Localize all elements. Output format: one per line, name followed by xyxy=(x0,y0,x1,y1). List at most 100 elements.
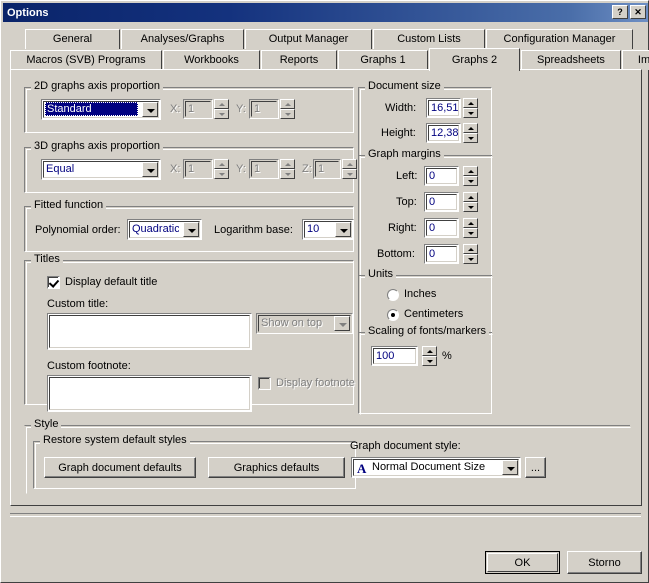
tab-workbooks[interactable]: Workbooks xyxy=(163,50,260,70)
chevron-down-icon[interactable] xyxy=(183,222,199,237)
close-icon[interactable]: ✕ xyxy=(630,5,646,19)
spinner-down-icon[interactable] xyxy=(463,176,478,186)
label-3d-z: Z: xyxy=(302,163,312,175)
chevron-down-icon[interactable] xyxy=(142,162,158,177)
combo-3d-axis-proportion[interactable]: Equal xyxy=(41,159,161,180)
group-units: Units Inches Centimeters xyxy=(358,268,493,331)
label-width: Width: xyxy=(385,102,417,114)
spinner-scaling[interactable] xyxy=(422,346,437,366)
label-3d-x: X: xyxy=(170,163,181,175)
spinner-margin-top[interactable] xyxy=(463,192,478,212)
spinner-down-icon[interactable] xyxy=(463,202,478,212)
spinner-up-icon[interactable] xyxy=(280,99,295,109)
spinner-up-icon[interactable] xyxy=(342,159,357,169)
input-3d-z[interactable]: 1 xyxy=(313,159,341,179)
group-titles: Titles Display default title Custom titl… xyxy=(24,253,355,412)
input-custom-title[interactable] xyxy=(47,313,252,350)
spinner-up-icon[interactable] xyxy=(463,244,478,254)
graph-document-defaults-button[interactable]: Graph document defaults xyxy=(44,457,196,478)
input-margin-top[interactable]: 0 xyxy=(424,192,459,212)
spinner-up-icon[interactable] xyxy=(422,346,437,356)
spinner-down-icon[interactable] xyxy=(280,109,295,119)
label-3d-y: Y: xyxy=(236,163,246,175)
spinner-up-icon[interactable] xyxy=(280,159,295,169)
input-margin-bottom[interactable]: 0 xyxy=(424,244,459,264)
tab-general[interactable]: General xyxy=(25,29,120,49)
input-height-value: 12,38 xyxy=(431,127,459,139)
tab-custom-lists[interactable]: Custom Lists xyxy=(373,29,485,49)
spinner-up-icon[interactable] xyxy=(214,99,229,109)
spinner-3d-x[interactable] xyxy=(214,159,229,179)
tab-import[interactable]: Import xyxy=(622,50,649,70)
group-scaling-fonts-markers: Scaling of fonts/markers 100 % xyxy=(358,325,493,415)
tab-graphs-2[interactable]: Graphs 2 xyxy=(429,48,520,71)
spinner-down-icon[interactable] xyxy=(342,169,357,179)
spinner-down-icon[interactable] xyxy=(463,228,478,238)
tab-spreadsheets[interactable]: Spreadsheets xyxy=(521,50,621,70)
spinner-up-icon[interactable] xyxy=(463,218,478,228)
spinner-width[interactable] xyxy=(463,98,478,118)
cancel-button[interactable]: Storno xyxy=(567,551,642,574)
spinner-down-icon[interactable] xyxy=(214,109,229,119)
tab-output-manager[interactable]: Output Manager xyxy=(245,29,372,49)
spinner-down-icon[interactable] xyxy=(422,356,437,366)
label-percent: % xyxy=(442,350,452,362)
spinner-down-icon[interactable] xyxy=(463,254,478,264)
font-a-icon: A xyxy=(357,461,367,476)
spinner-up-icon[interactable] xyxy=(463,166,478,176)
spinner-3d-z[interactable] xyxy=(342,159,357,179)
browse-style-button[interactable]: ... xyxy=(525,457,546,478)
spinner-up-icon[interactable] xyxy=(214,159,229,169)
spinner-down-icon[interactable] xyxy=(463,133,478,143)
radio-centimeters[interactable] xyxy=(387,309,399,321)
combo-graph-document-style[interactable]: A Normal Document Size xyxy=(351,457,521,478)
tab-graphs-1[interactable]: Graphs 1 xyxy=(338,50,428,70)
ok-button[interactable]: OK xyxy=(485,551,560,574)
spinner-down-icon[interactable] xyxy=(214,169,229,179)
spinner-down-icon[interactable] xyxy=(463,108,478,118)
input-3d-y[interactable]: 1 xyxy=(249,159,279,179)
combo-polynomial-order[interactable]: Quadratic xyxy=(127,219,202,240)
input-custom-footnote[interactable] xyxy=(47,375,252,412)
tab-analyses-graphs[interactable]: Analyses/Graphs xyxy=(121,29,244,49)
spinner-3d-y[interactable] xyxy=(280,159,295,179)
spinner-margin-left[interactable] xyxy=(463,166,478,186)
chevron-down-icon[interactable] xyxy=(334,316,350,331)
input-2d-y[interactable]: 1 xyxy=(249,99,279,119)
spinner-up-icon[interactable] xyxy=(463,192,478,202)
title-bar: Options ? ✕ xyxy=(3,3,648,22)
label-margin-left: Left: xyxy=(396,170,418,182)
group-fitted-function-label: Fitted function xyxy=(31,199,107,211)
checkbox-display-footnote[interactable] xyxy=(258,377,271,390)
spinner-up-icon[interactable] xyxy=(463,123,478,133)
spinner-2d-x[interactable] xyxy=(214,99,229,119)
title-bar-buttons: ? ✕ xyxy=(612,5,646,19)
chevron-down-icon[interactable] xyxy=(142,102,158,117)
tab-configuration-manager[interactable]: Configuration Manager xyxy=(486,29,633,49)
help-button[interactable]: ? xyxy=(612,5,628,19)
graphics-defaults-button[interactable]: Graphics defaults xyxy=(208,457,345,478)
radio-inches[interactable] xyxy=(387,289,399,301)
spinner-height[interactable] xyxy=(463,123,478,143)
combo-show-on-top[interactable]: Show on top xyxy=(256,313,353,334)
spinner-2d-y[interactable] xyxy=(280,99,295,119)
chevron-down-icon[interactable] xyxy=(335,222,351,237)
spinner-down-icon[interactable] xyxy=(280,169,295,179)
input-margin-right[interactable]: 0 xyxy=(424,218,459,238)
input-height[interactable]: 12,38 xyxy=(426,123,461,143)
input-margin-left[interactable]: 0 xyxy=(424,166,459,186)
input-scaling[interactable]: 100 xyxy=(371,346,418,366)
checkbox-display-default-title[interactable] xyxy=(47,276,60,289)
combo-2d-axis-proportion[interactable]: Standard xyxy=(41,99,161,120)
spinner-margin-bottom[interactable] xyxy=(463,244,478,264)
input-3d-x[interactable]: 1 xyxy=(183,159,213,179)
spinner-margin-right[interactable] xyxy=(463,218,478,238)
spinner-up-icon[interactable] xyxy=(463,98,478,108)
chevron-down-icon[interactable] xyxy=(502,460,518,475)
combo-logarithm-base[interactable]: 10 xyxy=(302,219,354,240)
tab-macros-svb-programs[interactable]: Macros (SVB) Programs xyxy=(10,50,162,70)
input-margin-left-value: 0 xyxy=(429,170,436,182)
input-2d-x[interactable]: 1 xyxy=(183,99,213,119)
tab-reports[interactable]: Reports xyxy=(261,50,337,70)
input-width[interactable]: 16,51 xyxy=(426,98,461,118)
